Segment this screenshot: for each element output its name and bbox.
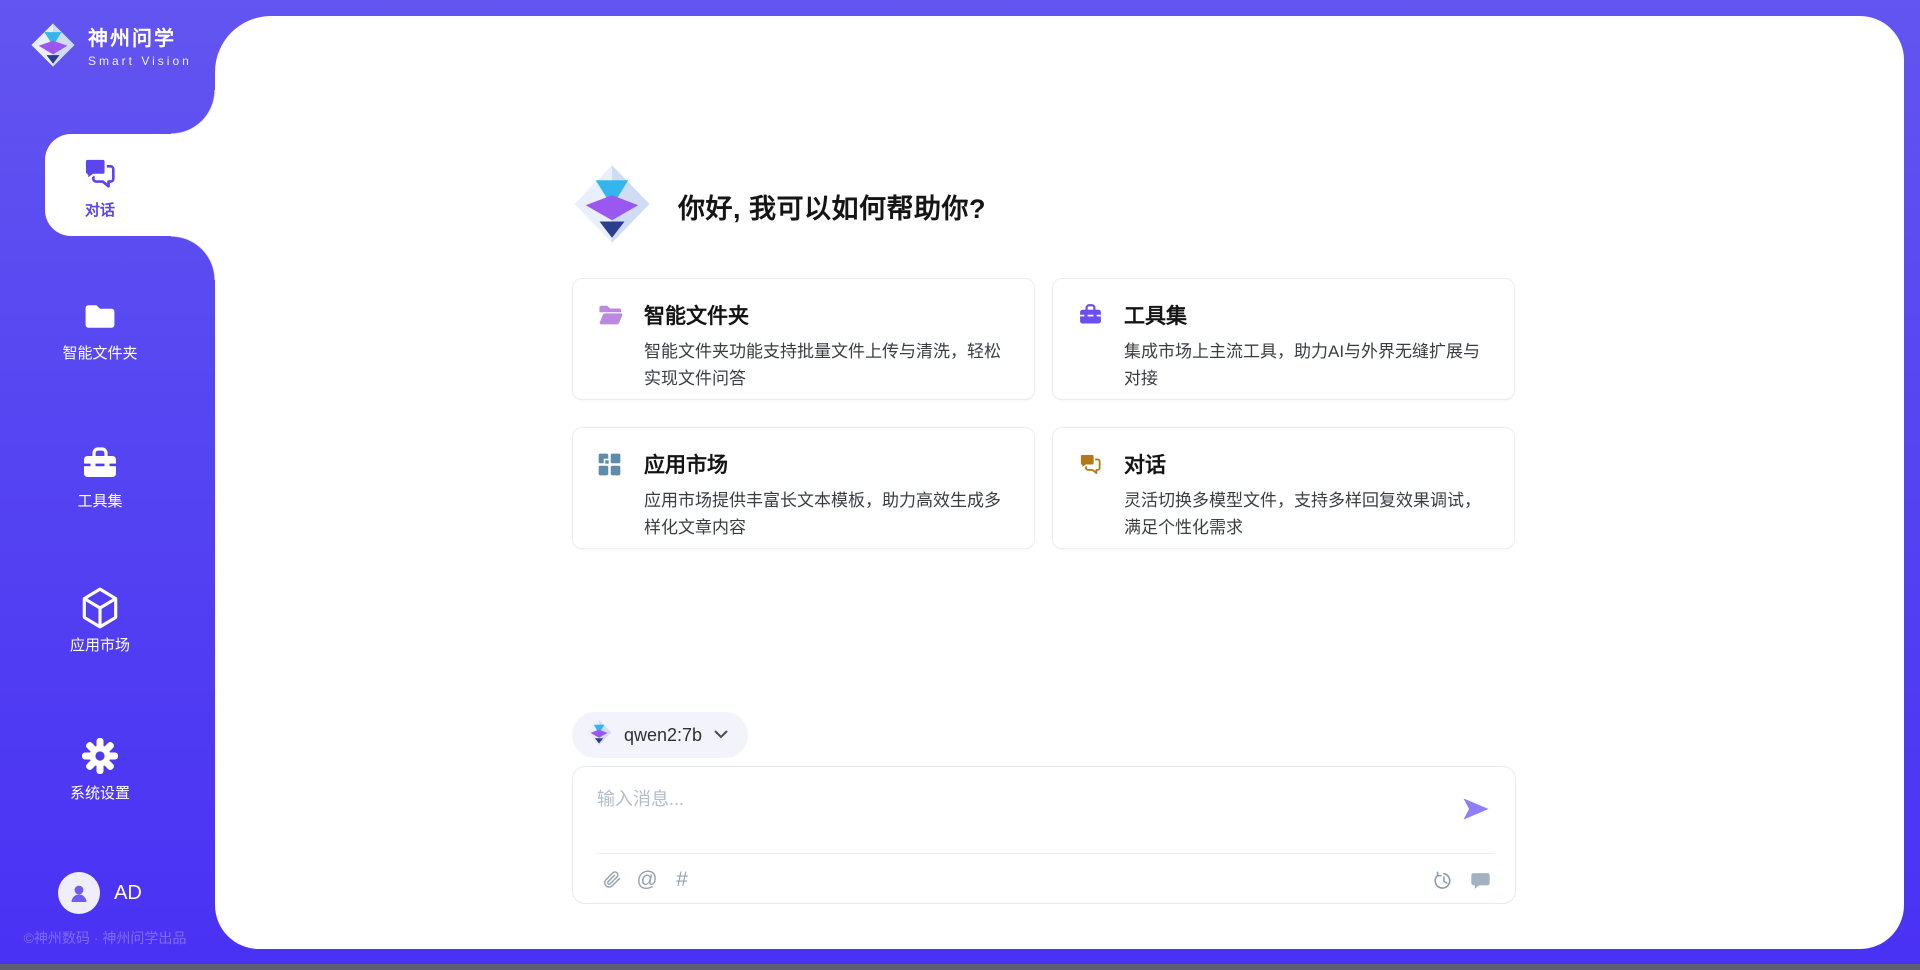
- folder-icon: [80, 296, 120, 336]
- user-profile[interactable]: AD: [0, 872, 200, 914]
- sidebar-item-chat[interactable]: 对话: [0, 153, 200, 221]
- card-title: 智能文件夹: [644, 300, 749, 330]
- model-logo-icon: [586, 719, 612, 751]
- greeting-block: 你好, 我可以如何帮助你?: [572, 162, 986, 251]
- content-column: 你好, 我可以如何帮助你? 智能文件夹 智能文件夹功能支持批量文件上传与清洗，轻…: [572, 16, 1516, 949]
- paperclip-icon[interactable]: [600, 867, 624, 893]
- folder-open-icon: [597, 303, 624, 327]
- cube-icon: [79, 588, 121, 628]
- sidebar-item-toolset[interactable]: 工具集: [0, 444, 200, 512]
- card-app-market[interactable]: 应用市场 应用市场提供丰富长文本模板，助力高效生成多样化文章内容: [572, 427, 1035, 549]
- card-description: 灵活切换多模型文件，支持多样回复效果调试，满足个性化需求: [1124, 487, 1496, 541]
- composer-toolbar: @ #: [573, 865, 1515, 895]
- chevron-down-icon: [714, 726, 728, 744]
- assistant-logo-icon: [572, 162, 652, 251]
- sidebar-item-app-market[interactable]: 应用市场: [0, 588, 200, 656]
- sidebar-item-label: 智能文件夹: [62, 344, 137, 364]
- sidebar: 神州问学 Smart Vision 对话: [0, 0, 215, 970]
- feedback-bubble-icon[interactable]: [1468, 867, 1492, 893]
- user-name: AD: [114, 882, 142, 905]
- sidebar-item-settings[interactable]: 系统设置: [0, 736, 200, 804]
- chat-icon: [1077, 451, 1104, 477]
- main-panel: 你好, 我可以如何帮助你? 智能文件夹 智能文件夹功能支持批量文件上传与清洗，轻…: [215, 16, 1904, 949]
- chat-icon: [80, 153, 120, 193]
- card-title: 工具集: [1124, 300, 1187, 330]
- grid-icon: [597, 452, 624, 477]
- card-title: 应用市场: [644, 449, 728, 479]
- sidebar-item-label: 系统设置: [70, 784, 130, 804]
- card-toolset[interactable]: 工具集 集成市场上主流工具，助力AI与外界无缝扩展与对接: [1052, 278, 1515, 400]
- card-smart-folder[interactable]: 智能文件夹 智能文件夹功能支持批量文件上传与清洗，轻松实现文件问答: [572, 278, 1035, 400]
- sidebar-item-smart-folder[interactable]: 智能文件夹: [0, 296, 200, 364]
- toolbox-icon: [1077, 302, 1104, 328]
- bottom-edge-bar: [0, 964, 1920, 970]
- mention-at-icon[interactable]: @: [635, 867, 659, 893]
- card-description: 应用市场提供丰富长文本模板，助力高效生成多样化文章内容: [644, 487, 1016, 541]
- copyright-text: ©神州数码 · 神州问学出品: [0, 928, 210, 948]
- card-title: 对话: [1124, 449, 1166, 479]
- message-input[interactable]: [597, 785, 1447, 841]
- brand-subtitle: Smart Vision: [88, 54, 192, 68]
- sidebar-item-label: 对话: [85, 201, 115, 221]
- card-description: 集成市场上主流工具，助力AI与外界无缝扩展与对接: [1124, 338, 1496, 392]
- avatar: [58, 872, 100, 914]
- brand-logo-icon: [30, 22, 76, 68]
- hash-icon[interactable]: #: [670, 867, 694, 893]
- sidebar-item-label: 工具集: [77, 492, 122, 512]
- model-name: qwen2:7b: [624, 725, 702, 746]
- tab-curve-top: [171, 90, 215, 134]
- composer-divider: [596, 853, 1494, 854]
- gear-icon: [80, 736, 120, 776]
- feature-cards: 智能文件夹 智能文件夹功能支持批量文件上传与清洗，轻松实现文件问答: [572, 278, 1516, 549]
- toolbox-icon: [80, 444, 120, 484]
- history-icon[interactable]: [1431, 867, 1455, 893]
- sidebar-item-label: 应用市场: [70, 636, 130, 656]
- tab-curve-bottom: [171, 236, 215, 280]
- brand: 神州问学 Smart Vision: [30, 22, 192, 68]
- greeting-title: 你好, 我可以如何帮助你?: [678, 187, 986, 226]
- message-composer: @ #: [572, 766, 1516, 904]
- brand-name: 神州问学: [88, 22, 192, 51]
- model-selector[interactable]: qwen2:7b: [572, 712, 748, 758]
- card-chat[interactable]: 对话 灵活切换多模型文件，支持多样回复效果调试，满足个性化需求: [1052, 427, 1515, 549]
- card-description: 智能文件夹功能支持批量文件上传与清洗，轻松实现文件问答: [644, 338, 1016, 392]
- send-button[interactable]: [1461, 793, 1493, 825]
